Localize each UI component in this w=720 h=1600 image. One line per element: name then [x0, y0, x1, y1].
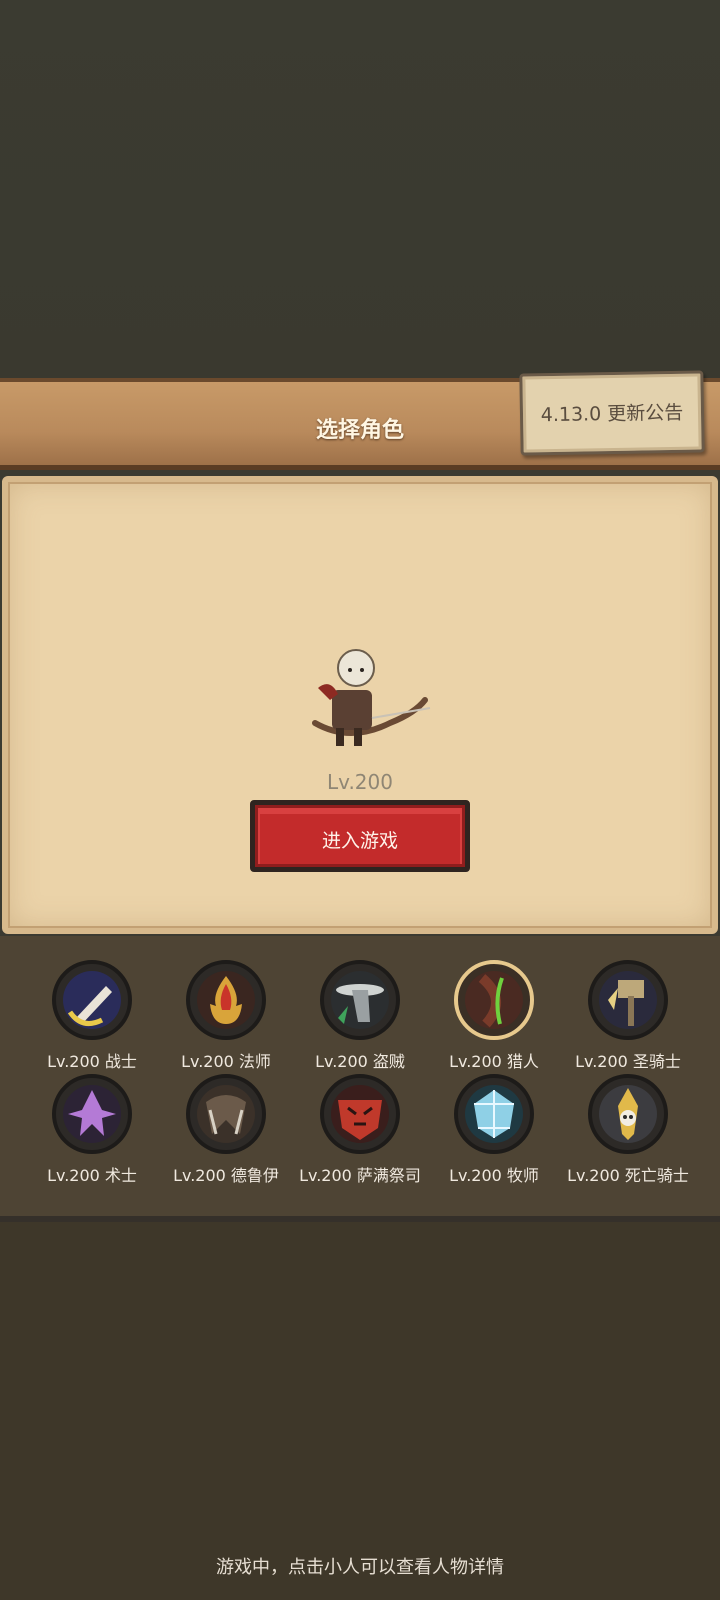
update-notice-label: 4.13.0 更新公告 [540, 401, 684, 427]
background-pattern [0, 1222, 720, 1600]
class-label: Lv.200 死亡骑士 [567, 1166, 689, 1185]
death-knight-skull-icon [588, 1074, 668, 1154]
character-level: Lv.200 [327, 770, 393, 794]
character-sprite[interactable] [310, 648, 440, 758]
shaman-totem-icon [320, 1074, 400, 1154]
class-selector: Lv.200 战士 Lv.200 法师 Lv.200 盗贼 Lv.200 猎人 … [0, 936, 720, 1222]
class-item-rogue[interactable]: Lv.200 盗贼 [290, 960, 430, 1071]
class-item-shaman[interactable]: Lv.200 萨满祭司 [290, 1074, 430, 1185]
footer-hint: 游戏中，点击小人可以查看人物详情 [216, 1557, 504, 1578]
class-item-druid[interactable]: Lv.200 德鲁伊 [156, 1074, 296, 1185]
paladin-hammer-icon [588, 960, 668, 1040]
update-notice-button[interactable]: 4.13.0 更新公告 [519, 370, 705, 456]
hunter-bow-icon [454, 960, 534, 1040]
class-item-hunter[interactable]: Lv.200 猎人 [424, 960, 564, 1071]
top-backdrop [0, 0, 720, 380]
class-item-mage[interactable]: Lv.200 法师 [156, 960, 296, 1071]
rogue-hat-icon [320, 960, 400, 1040]
class-item-warrior[interactable]: Lv.200 战士 [22, 960, 162, 1071]
priest-crystal-icon [454, 1074, 534, 1154]
enter-game-button[interactable]: 进入游戏 [250, 800, 470, 872]
enter-game-label: 进入游戏 [321, 830, 398, 852]
class-item-warlock[interactable]: Lv.200 术士 [22, 1074, 162, 1185]
warlock-hat-icon [52, 1074, 132, 1154]
mage-flame-icon [186, 960, 266, 1040]
warrior-sword-icon [52, 960, 132, 1040]
class-item-death-knight[interactable]: Lv.200 死亡骑士 [558, 1074, 698, 1185]
class-item-priest[interactable]: Lv.200 牧师 [424, 1074, 564, 1185]
class-item-paladin[interactable]: Lv.200 圣骑士 [558, 960, 698, 1071]
class-label: Lv.200 圣骑士 [575, 1052, 681, 1071]
druid-claw-icon [186, 1074, 266, 1154]
